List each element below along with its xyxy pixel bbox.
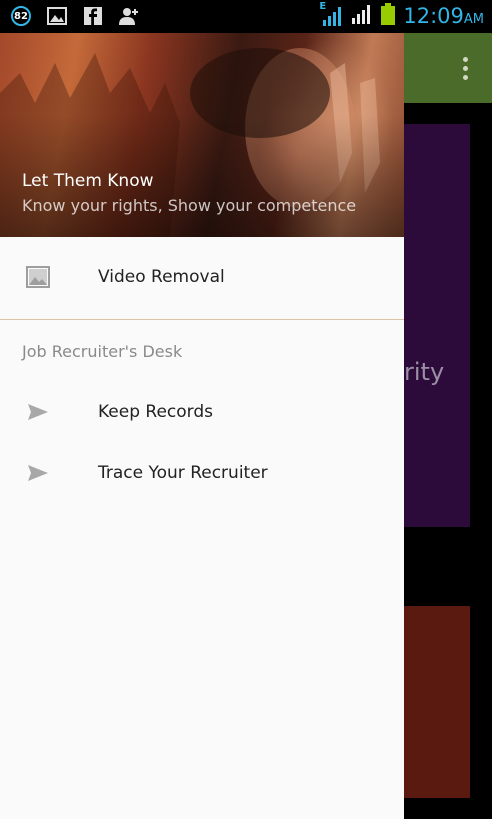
menu-item-keep-records[interactable]: Keep Records (0, 382, 404, 442)
menu-item-video-removal[interactable]: Video Removal (0, 247, 404, 307)
section-title: Job Recruiter's Desk (22, 342, 183, 361)
clock-time: 12:09 (403, 4, 464, 28)
drawer-header-subtitle: Know your rights, Show your competence (22, 196, 357, 215)
clock: 12:09AM (403, 4, 484, 28)
notification-count: 82 (11, 6, 31, 26)
gallery-icon (46, 5, 68, 27)
overflow-menu-icon[interactable] (463, 57, 468, 80)
background-action-bar (404, 33, 492, 103)
signal-icon (351, 3, 373, 29)
background-card-text: rity (404, 358, 445, 386)
menu-item-label: Trace Your Recruiter (98, 463, 268, 483)
navigation-drawer: Let Them Know Know your rights, Show you… (0, 33, 404, 819)
send-icon (26, 400, 50, 424)
background-card-purple[interactable] (404, 124, 470, 527)
background-card-red[interactable] (404, 606, 470, 798)
battery-icon (381, 3, 396, 29)
add-contact-icon (118, 5, 140, 27)
menu-item-label: Keep Records (98, 402, 214, 422)
drawer-header: Let Them Know Know your rights, Show you… (0, 33, 404, 237)
mobile-data-icon: E (319, 1, 343, 28)
drawer-divider (0, 319, 404, 320)
image-icon (26, 265, 50, 289)
send-icon (26, 461, 50, 485)
clock-ampm: AM (463, 12, 484, 27)
menu-item-label: Video Removal (98, 267, 225, 287)
facebook-icon (82, 5, 104, 27)
drawer-header-title: Let Them Know (22, 171, 154, 191)
status-bar: 82 E 12:09AM (0, 0, 492, 33)
notification-count-icon: 82 (10, 5, 32, 27)
menu-item-trace-your-recruiter[interactable]: Trace Your Recruiter (0, 443, 404, 503)
